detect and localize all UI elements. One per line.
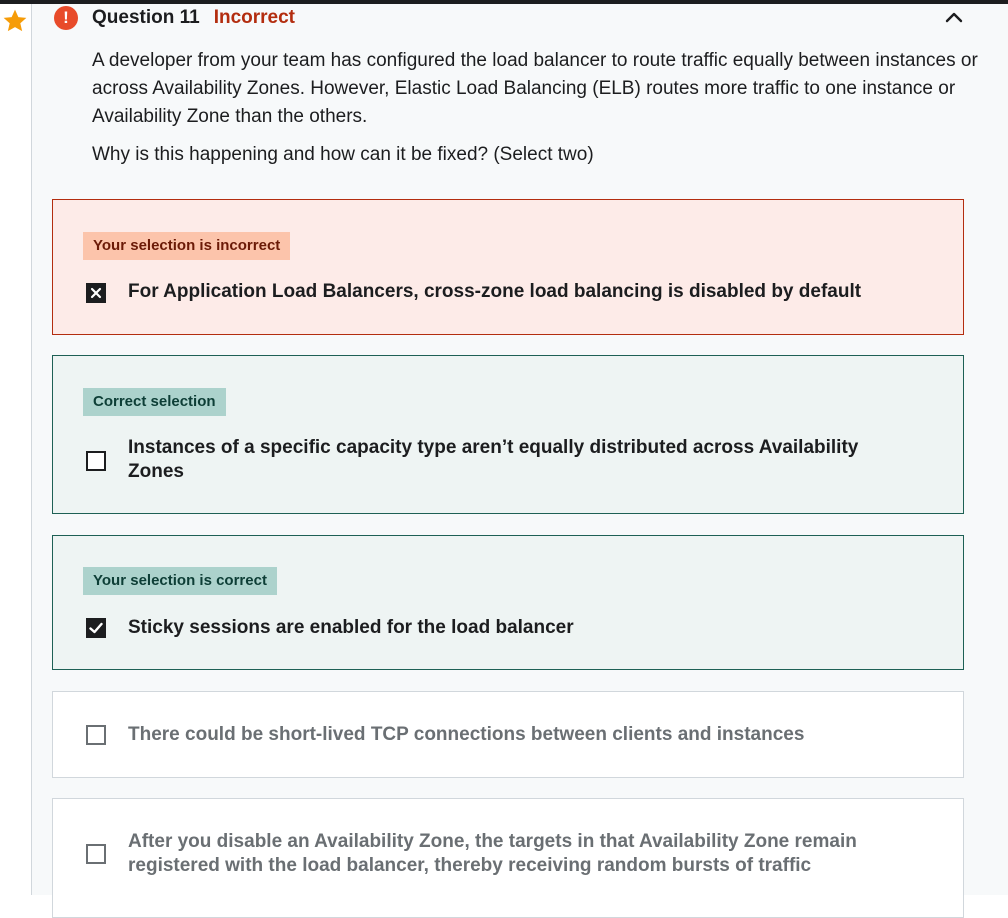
exclamation-icon: ! (54, 6, 78, 30)
chevron-up-icon[interactable] (944, 9, 964, 25)
question-text: A developer from your team has configure… (92, 50, 978, 127)
answer-option[interactable]: After you disable an Availability Zone, … (52, 798, 964, 918)
answer-option[interactable]: Correct selection Instances of a specifi… (52, 355, 964, 514)
result-badge: Your selection is incorrect (83, 232, 291, 260)
checkbox-unchecked[interactable] (86, 844, 106, 864)
question-header[interactable]: ! Question 11 Incorrect (54, 5, 295, 31)
checkbox-unchecked[interactable] (86, 451, 106, 471)
option-label: Instances of a specific capacity type ar… (128, 437, 859, 482)
checkmark-icon (89, 622, 103, 634)
star-icon[interactable] (2, 8, 28, 34)
question-prompt: Why is this happening and how can it be … (92, 144, 594, 165)
option-label: There could be short-lived TCP connectio… (128, 724, 805, 745)
x-mark-icon (90, 287, 102, 299)
checkbox-checked[interactable] (86, 618, 106, 638)
checkbox-unchecked[interactable] (86, 725, 106, 745)
result-badge: Correct selection (83, 388, 226, 416)
answer-option[interactable]: Your selection is correct Sticky session… (52, 535, 964, 670)
option-label: Sticky sessions are enabled for the load… (128, 617, 574, 638)
option-label: For Application Load Balancers, cross-zo… (128, 281, 862, 302)
result-badge: Your selection is correct (83, 567, 277, 595)
option-label: After you disable an Availability Zone, … (128, 831, 857, 876)
checkbox-checked[interactable] (86, 283, 106, 303)
answer-option[interactable]: Your selection is incorrect For Applicat… (52, 199, 964, 335)
question-number: Question 11 (92, 7, 200, 28)
question-status: Incorrect (213, 7, 296, 28)
answer-option[interactable]: There could be short-lived TCP connectio… (52, 691, 964, 778)
